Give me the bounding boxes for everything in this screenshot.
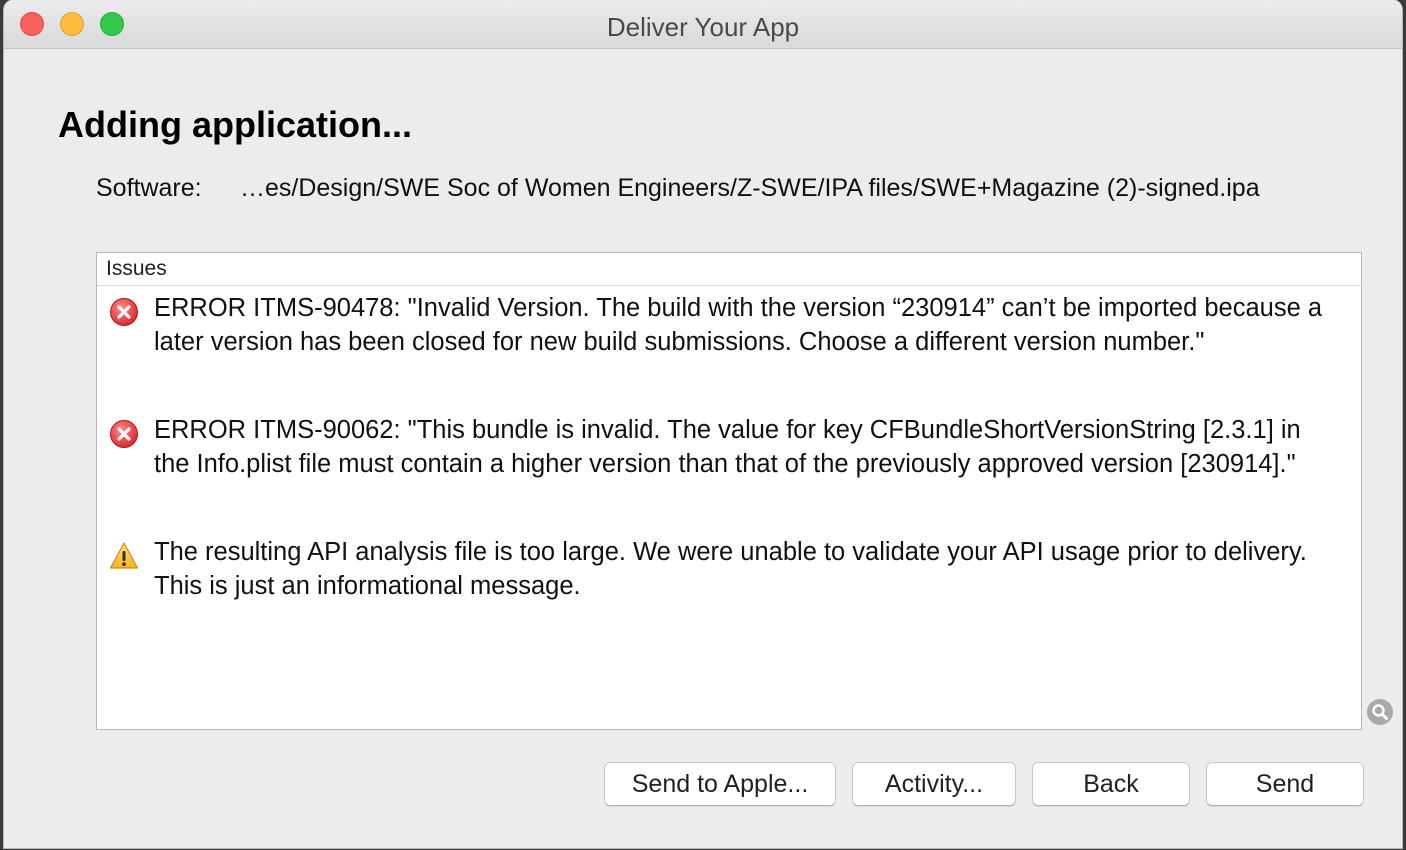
send-to-apple-button[interactable]: Send to Apple...: [604, 762, 836, 806]
issues-header: Issues: [97, 253, 1361, 286]
issue-text: The resulting API analysis file is too l…: [154, 538, 1307, 600]
send-button[interactable]: Send: [1206, 762, 1364, 806]
magnifier-icon[interactable]: [1366, 698, 1394, 726]
warning-icon: [109, 542, 139, 569]
issue-text: ERROR ITMS-90478: "Invalid Version. The …: [154, 294, 1323, 356]
activity-button[interactable]: Activity...: [852, 762, 1016, 806]
software-label: Software:: [96, 174, 202, 202]
page-heading: Adding application...: [58, 104, 412, 145]
issue-text: ERROR ITMS-90062: "This bundle is invali…: [154, 416, 1301, 478]
window-title: Deliver Your App: [606, 12, 800, 42]
software-path: …es/Design/SWE Soc of Women Engineers/Z-…: [240, 174, 1260, 202]
error-icon: [110, 298, 138, 326]
deliver-app-window: Deliver Your App Adding application... S…: [4, 0, 1402, 848]
back-button[interactable]: Back: [1032, 762, 1190, 806]
error-icon: [110, 420, 138, 448]
issues-list[interactable]: Issues ERROR ITMS-90478: "Invalid Versio…: [96, 252, 1362, 730]
title-bar: Deliver Your App: [4, 0, 1402, 49]
